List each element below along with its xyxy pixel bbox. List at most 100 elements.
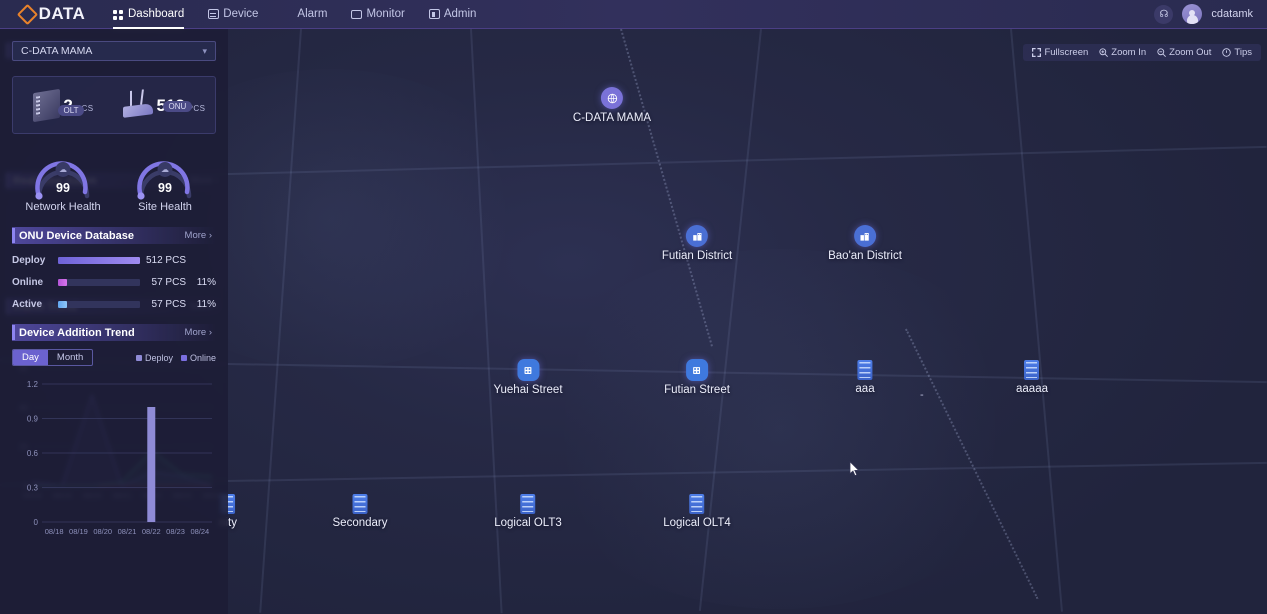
db-row-value: 512 PCS [145, 255, 186, 266]
rack-icon [520, 494, 536, 514]
user-avatar-icon[interactable] [1182, 4, 1203, 24]
brand-logo[interactable]: DATA [0, 3, 105, 25]
rack-icon [857, 360, 873, 380]
globe-icon[interactable]: ☊ [1154, 4, 1174, 24]
onu-summary[interactable]: 512/PCS ONU [114, 95, 215, 118]
db-row-value: 57 PCS [151, 277, 186, 288]
svg-text:08/22: 08/22 [142, 527, 161, 536]
svg-text:1.2: 1.2 [27, 380, 39, 389]
info-icon [1222, 48, 1232, 57]
map-terrain-blob [520, 249, 1040, 609]
zoom-in-icon [1099, 48, 1109, 57]
db-row-bar [58, 279, 140, 286]
topology-node-label: Futian District [661, 250, 733, 262]
grid-icon [113, 9, 124, 20]
db-row-percent: 11% [196, 277, 216, 288]
zoom-out-button[interactable]: Zoom Out [1157, 47, 1211, 58]
olt-badge: OLT [57, 104, 85, 116]
db-row-online: Online 57 PCS 11% [12, 277, 216, 288]
globe-node-icon [600, 87, 623, 109]
site-selector-value: C-DATA MAMA [21, 45, 93, 57]
tab-month[interactable]: Month [48, 350, 92, 365]
tab-day[interactable]: Day [13, 350, 48, 365]
gauge-label: Site Health [138, 201, 192, 213]
nav-label: Dashboard [128, 8, 185, 20]
nav-item-dashboard[interactable]: Dashboard [105, 3, 192, 29]
svg-text:0.9: 0.9 [27, 415, 39, 424]
monitor-icon [351, 10, 363, 19]
nav-label: Alarm [297, 8, 328, 20]
more-link[interactable]: More › [185, 230, 216, 241]
db-row-bar [58, 257, 140, 264]
topology-node-logical-olt3[interactable]: Logical OLT3 [494, 494, 562, 529]
onu-database-rows: Deploy 512 PCS Online 57 PCS 11% Active … [12, 255, 216, 310]
health-gauges: ☁ 99 Network Health ☁ 99 Site Health [12, 148, 216, 213]
map-control-label: Zoom Out [1169, 47, 1212, 58]
svg-text:0.3: 0.3 [27, 484, 39, 493]
topology-node-aaaaa[interactable]: aaaaa [1016, 360, 1048, 395]
svg-text:08/18: 08/18 [45, 527, 64, 536]
legend-deploy[interactable]: Deploy [135, 353, 173, 363]
section-title: Device Addition Trend [19, 326, 135, 339]
nav-item-admin[interactable]: Admin [421, 3, 485, 25]
map-control-label: Tips [1234, 47, 1252, 58]
bell-icon [282, 9, 293, 20]
topology-node-yuehai-street[interactable]: Yuehai Street [493, 359, 563, 396]
onu-badge: ONU [162, 100, 193, 112]
olt-summary[interactable]: 2/PCS OLT [13, 88, 114, 122]
zoom-out-icon [1157, 48, 1167, 57]
topology-node-futian-street[interactable]: Futian Street [664, 359, 730, 396]
onu-database-header: ONU Device Database More › [12, 227, 216, 244]
svg-text:0: 0 [34, 518, 39, 527]
gauge-label: Network Health [25, 201, 101, 213]
tips-button[interactable]: Tips [1222, 47, 1252, 58]
topology-node-label: Secondary [332, 517, 388, 529]
device-trend-svg: 0 0.3 0.6 0.9 1.2 08/18 08/19 08/20 08/21 08/22 0… [27, 380, 212, 536]
building-icon [854, 225, 876, 247]
onu-device-icon [123, 102, 154, 118]
db-row-value: 57 PCS [151, 299, 186, 310]
building-icon [685, 225, 708, 247]
device-icon [208, 9, 220, 19]
topology-node-futian-district[interactable]: Futian District [662, 225, 732, 262]
device-addition-trend-chart[interactable]: 0 0.3 0.6 0.9 1.2 08/18 08/19 08/20 08/21 08/22 0… [12, 372, 216, 547]
nav-item-device[interactable]: Device [200, 3, 266, 25]
map-road [1010, 29, 1063, 612]
gauge-network-health[interactable]: ☁ 99 Network Health [12, 148, 114, 213]
main-nav: Dashboard Device Alarm Monitor Admin [105, 3, 485, 29]
fullscreen-icon [1032, 48, 1042, 57]
fullscreen-button[interactable]: Fullscreen [1032, 47, 1088, 58]
topology-node-root[interactable]: C-DATA MAMA [573, 87, 651, 124]
db-row-bar [58, 301, 140, 308]
db-row-percent: 11% [196, 299, 216, 310]
site-icon: ☁ [157, 162, 173, 177]
gauge-site-health[interactable]: ☁ 99 Site Health [114, 148, 216, 213]
zoom-in-button[interactable]: Zoom In [1099, 47, 1146, 58]
nav-label: Monitor [366, 8, 405, 20]
nav-item-alarm[interactable]: Alarm [274, 3, 335, 25]
street-icon [517, 359, 539, 381]
topology-node-logical-olt4[interactable]: Logical OLT4 [663, 494, 731, 529]
topology-node-label: C-DATA MAMA [572, 112, 652, 124]
site-selector[interactable]: C-DATA MAMA ▾ [12, 41, 216, 61]
db-row-active: Active 57 PCS 11% [12, 299, 216, 310]
topology-node-secondary[interactable]: Secondary [332, 494, 388, 529]
db-row-label: Deploy [12, 255, 46, 266]
rack-icon [689, 494, 705, 514]
device-trend-header: Device Addition Trend More › [12, 324, 216, 341]
device-trend-legend: Deploy Online [135, 353, 216, 363]
svg-text:08/24: 08/24 [190, 527, 209, 536]
more-link[interactable]: More › [185, 327, 216, 338]
topology-node-baoan-district[interactable]: Bao'an District [828, 225, 902, 262]
nav-item-monitor[interactable]: Monitor [343, 3, 412, 25]
device-trend-toolbar: Day Month Deploy Online [12, 349, 216, 366]
topology-node-aaa[interactable]: aaa [855, 360, 875, 395]
map-controls: Fullscreen Zoom In Zoom Out Tips [1023, 44, 1261, 61]
legend-online[interactable]: Online [180, 353, 216, 363]
db-row-label: Online [12, 277, 44, 288]
map-control-label: Zoom In [1111, 47, 1147, 58]
olt-device-icon [33, 88, 61, 122]
device-summary-box: 2/PCS OLT 512/PCS ONU [12, 76, 216, 134]
svg-text:08/23: 08/23 [166, 527, 185, 536]
svg-text:08/21: 08/21 [118, 527, 137, 536]
